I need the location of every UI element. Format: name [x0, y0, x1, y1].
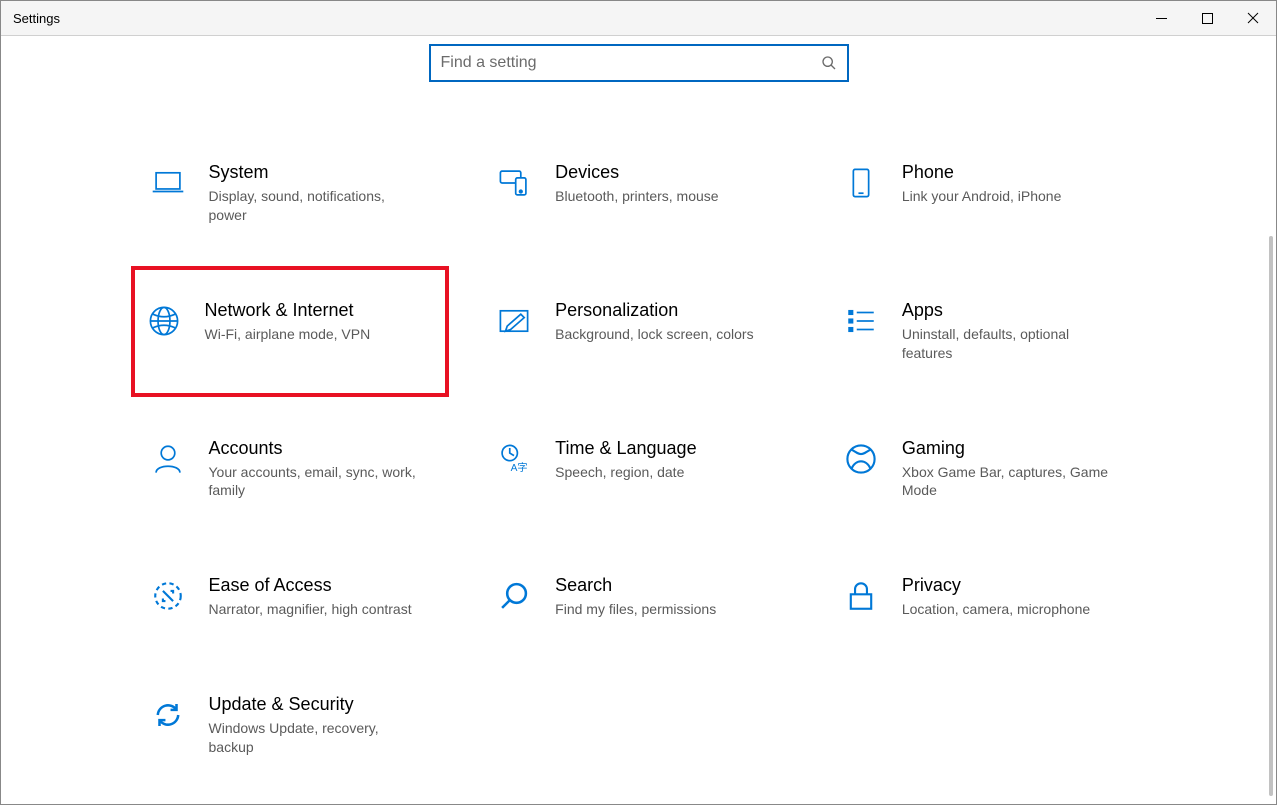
category-update-security[interactable]: Update & Security Windows Update, recove… — [139, 684, 446, 767]
lock-icon — [842, 577, 880, 615]
category-system[interactable]: System Display, sound, notifications, po… — [139, 152, 446, 235]
apps-icon — [842, 302, 880, 340]
category-desc: Wi-Fi, airplane mode, VPN — [205, 325, 415, 344]
phone-icon — [842, 164, 880, 202]
category-desc: Bluetooth, printers, mouse — [555, 187, 765, 206]
category-desc: Windows Update, recovery, backup — [209, 719, 419, 757]
scrollbar-thumb[interactable] — [1269, 236, 1273, 796]
svg-text:A字: A字 — [511, 460, 528, 473]
category-title: Search — [555, 575, 782, 596]
category-desc: Location, camera, microphone — [902, 600, 1112, 619]
category-network[interactable]: Network & Internet Wi-Fi, airplane mode,… — [131, 266, 450, 397]
category-ease-of-access[interactable]: Ease of Access Narrator, magnifier, high… — [139, 565, 446, 629]
category-desc: Find my files, permissions — [555, 600, 765, 619]
minimize-button[interactable] — [1138, 1, 1184, 35]
category-personalization[interactable]: Personalization Background, lock screen,… — [485, 290, 792, 373]
category-desc: Your accounts, email, sync, work, family — [209, 463, 419, 501]
category-title: Ease of Access — [209, 575, 436, 596]
window-title: Settings — [13, 11, 60, 26]
category-desc: Narrator, magnifier, high contrast — [209, 600, 419, 619]
category-phone[interactable]: Phone Link your Android, iPhone — [832, 152, 1139, 235]
category-title: Privacy — [902, 575, 1129, 596]
category-desc: Speech, region, date — [555, 463, 765, 482]
globe-icon — [145, 302, 183, 340]
category-devices[interactable]: Devices Bluetooth, printers, mouse — [485, 152, 792, 235]
access-icon — [149, 577, 187, 615]
category-title: Time & Language — [555, 438, 782, 459]
category-title: Devices — [555, 162, 782, 183]
category-desc: Display, sound, notifications, power — [209, 187, 419, 225]
category-title: Update & Security — [209, 694, 436, 715]
category-time-language[interactable]: A字 Time & Language Speech, region, date — [485, 428, 792, 511]
category-title: Gaming — [902, 438, 1129, 459]
category-desc: Background, lock screen, colors — [555, 325, 765, 344]
timezone-icon: A字 — [495, 440, 533, 478]
category-apps[interactable]: Apps Uninstall, defaults, optional featu… — [832, 290, 1139, 373]
magnify-icon — [495, 577, 533, 615]
category-title: System — [209, 162, 436, 183]
search-input[interactable] — [441, 54, 813, 72]
maximize-button[interactable] — [1184, 1, 1230, 35]
category-desc: Xbox Game Bar, captures, Game Mode — [902, 463, 1112, 501]
category-title: Phone — [902, 162, 1129, 183]
category-title: Personalization — [555, 300, 782, 321]
category-accounts[interactable]: Accounts Your accounts, email, sync, wor… — [139, 428, 446, 511]
xbox-icon — [842, 440, 880, 478]
category-search[interactable]: Search Find my files, permissions — [485, 565, 792, 629]
titlebar: Settings — [1, 1, 1276, 36]
search-icon — [821, 55, 837, 71]
close-button[interactable] — [1230, 1, 1276, 35]
pen-icon — [495, 302, 533, 340]
settings-categories-grid: System Display, sound, notifications, po… — [139, 152, 1139, 767]
sync-icon — [149, 696, 187, 734]
laptop-icon — [149, 164, 187, 202]
category-desc: Link your Android, iPhone — [902, 187, 1112, 206]
category-title: Accounts — [209, 438, 436, 459]
devices-icon — [495, 164, 533, 202]
category-gaming[interactable]: Gaming Xbox Game Bar, captures, Game Mod… — [832, 428, 1139, 511]
scrollbar[interactable] — [1266, 236, 1276, 796]
person-icon — [149, 440, 187, 478]
category-desc: Uninstall, defaults, optional features — [902, 325, 1112, 363]
category-privacy[interactable]: Privacy Location, camera, microphone — [832, 565, 1139, 629]
category-title: Apps — [902, 300, 1129, 321]
search-box[interactable] — [429, 44, 849, 82]
window-controls — [1138, 1, 1276, 35]
category-title: Network & Internet — [205, 300, 446, 321]
